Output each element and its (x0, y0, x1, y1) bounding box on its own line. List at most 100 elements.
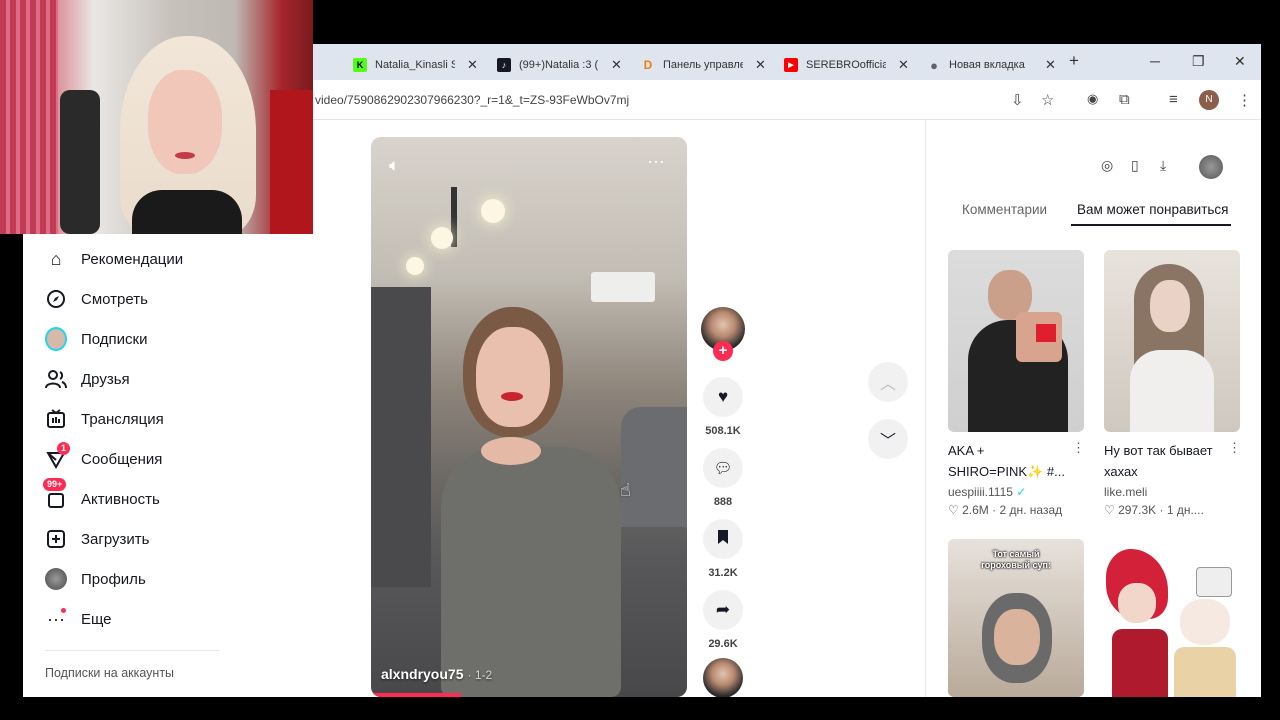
extension-de-icon[interactable]: ◉ (1087, 91, 1098, 107)
card-user[interactable]: uespiiii.1115 ✓ (948, 485, 1026, 499)
sweater (441, 447, 621, 697)
sidebar-item-label: Смотреть (81, 290, 148, 308)
tab-youtube[interactable]: ▶ SEREBROofficial ✕ (784, 50, 909, 80)
sidebar-item-label: Профиль (81, 570, 146, 588)
follow-plus-button[interactable]: + (713, 341, 733, 361)
video-author[interactable]: alxndryou75 (381, 666, 463, 682)
verified-icon: ✓ (1016, 485, 1027, 499)
gaming-chair (60, 90, 100, 234)
sidebar-item-following[interactable]: Подписки (45, 327, 148, 351)
tab-tiktok[interactable]: ♪ (99+)Natalia :3 ( ✕ (497, 50, 622, 80)
sidebar-item-activity[interactable]: 99+ Активность (43, 478, 160, 511)
extensions-puzzle-icon[interactable]: ⧉ (1119, 91, 1130, 108)
card-more-icon[interactable]: ⋮ (1072, 440, 1085, 456)
card-user[interactable]: like.meli (1104, 485, 1147, 499)
install-app-icon[interactable]: ⇩ (1011, 91, 1024, 109)
profile-avatar-icon[interactable]: N (1199, 90, 1219, 110)
face (476, 327, 550, 427)
comment-button[interactable]: 💬︎ (703, 448, 743, 488)
video-thumbnail[interactable] (948, 250, 1084, 432)
address-bar[interactable]: video/7590862902307966230?_r=1&_t=ZS-93F… (315, 93, 629, 107)
chrome-favicon-icon: ● (930, 57, 938, 73)
tab-kick[interactable]: K Natalia_Kinasli S ✕ (353, 50, 478, 80)
music-disc-icon[interactable] (703, 658, 743, 697)
sidebar-item-label: Еще (81, 610, 112, 628)
share-button[interactable]: ➦ (703, 590, 743, 630)
kick-favicon-icon: K (353, 58, 367, 72)
activity-badge: 99+ (43, 478, 67, 491)
tab-close-icon[interactable]: ✕ (611, 57, 622, 73)
bookmark-star-icon[interactable]: ☆ (1041, 91, 1054, 109)
heart-outline-icon: ♡ (948, 503, 959, 517)
video-thumbnail[interactable] (1104, 250, 1240, 432)
sofa (621, 407, 687, 527)
card-meta: ♡ 2.6M · 2 дн. назад (948, 503, 1063, 517)
sidebar-item-friends[interactable]: Друзья (45, 367, 130, 391)
tab-title: SEREBROofficial (806, 59, 886, 71)
video-more-icon[interactable]: ··· (647, 151, 665, 172)
tab-dashboard[interactable]: D Панель управле ✕ (641, 50, 766, 80)
bookmark-icon (717, 529, 729, 550)
sidebar-item-profile[interactable]: Профиль (45, 567, 146, 591)
browser-menu-icon[interactable]: ⋮ (1237, 91, 1252, 109)
sidebar-item-upload[interactable]: Загрузить (45, 527, 150, 551)
sidebar-item-label: Друзья (81, 370, 130, 388)
user-avatar[interactable] (1199, 155, 1223, 179)
mouse-cursor-icon: ☝︎ (620, 480, 631, 500)
heart-icon: ♥ (717, 387, 729, 406)
profile-avatar-icon (45, 568, 67, 590)
air-conditioner (591, 272, 655, 302)
messages-badge: 1 (57, 442, 71, 455)
right-panel-divider (925, 120, 926, 697)
chevron-down-icon: ﹀ (879, 433, 896, 450)
mobile-icon[interactable]: ▯ (1131, 157, 1139, 174)
like-button[interactable]: ♥ (703, 377, 743, 417)
sidebar-item-explore[interactable]: Смотреть (45, 287, 148, 311)
card-time: 2 дн. назад (999, 503, 1063, 517)
more-icon: ··· (47, 608, 66, 629)
tiktok-favicon-icon: ♪ (497, 58, 511, 72)
card-title[interactable]: AKA + SHIRO=PINK✨ #... (948, 440, 1078, 482)
sidebar-item-live[interactable]: Трансляция (45, 407, 164, 431)
lamp-bulb (481, 199, 505, 223)
tab-comments[interactable]: Комментарии (962, 202, 1047, 217)
video-thumbnail[interactable]: Тот самый гороховый суп: (948, 539, 1084, 697)
close-window-button[interactable]: ✕ (1234, 53, 1246, 70)
video-progress-fill[interactable] (371, 693, 461, 697)
tab-new-tab[interactable]: ● Новая вкладка ✕ (927, 50, 1056, 80)
sidebar-item-label: Загрузить (81, 530, 150, 548)
sidebar-divider (45, 650, 220, 651)
tab-close-icon[interactable]: ✕ (1045, 57, 1056, 73)
sidebar-item-messages[interactable]: 1 Сообщения (45, 442, 162, 471)
thumbnail-caption: Тот самый гороховый суп: (981, 549, 1051, 570)
media-controls-icon[interactable]: ≡ (1169, 91, 1178, 108)
video-author-line[interactable]: alxndryou75 · 1-2 (381, 666, 492, 682)
curtain (0, 0, 58, 234)
new-tab-button[interactable]: + (1069, 51, 1079, 71)
sidebar-item-more[interactable]: ··· Еще (45, 607, 112, 631)
tab-close-icon[interactable]: ✕ (898, 57, 909, 73)
autoscroll-icon[interactable]: ◎ (1101, 157, 1113, 174)
save-count: 31.2K (708, 567, 738, 579)
next-video-button[interactable]: ﹀ (868, 419, 908, 459)
volume-icon[interactable]: 🔈︎ (389, 155, 400, 176)
video-player[interactable]: 🔈︎ ··· alxndryou75 · 1-2 (371, 137, 687, 697)
screen: ✕ K Natalia_Kinasli S ✕ ♪ (99+)Natalia :… (0, 0, 1280, 720)
messages-icon: 1 (45, 442, 71, 470)
previous-video-button[interactable]: ︿ (868, 362, 908, 402)
compass-icon (45, 288, 67, 310)
comment-count: 888 (713, 496, 733, 508)
download-icon[interactable]: ⤓ (1160, 157, 1166, 174)
minimize-button[interactable]: ─ (1150, 53, 1160, 69)
curtain (371, 287, 431, 587)
sidebar-item-recommendations[interactable]: ⌂ Рекомендации (45, 247, 184, 271)
tab-close-icon[interactable]: ✕ (755, 57, 766, 73)
tab-recommended[interactable]: Вам может понравиться (1077, 202, 1229, 217)
save-button[interactable] (703, 519, 743, 559)
card-more-icon[interactable]: ⋮ (1228, 440, 1241, 456)
restore-button[interactable]: ❐ (1192, 53, 1205, 70)
video-thumbnail[interactable] (1104, 539, 1240, 697)
card-title[interactable]: Ну вот так бывает хахах (1104, 440, 1234, 482)
tab-title: (99+)Natalia :3 ( (519, 59, 599, 71)
tab-close-icon[interactable]: ✕ (467, 57, 478, 73)
